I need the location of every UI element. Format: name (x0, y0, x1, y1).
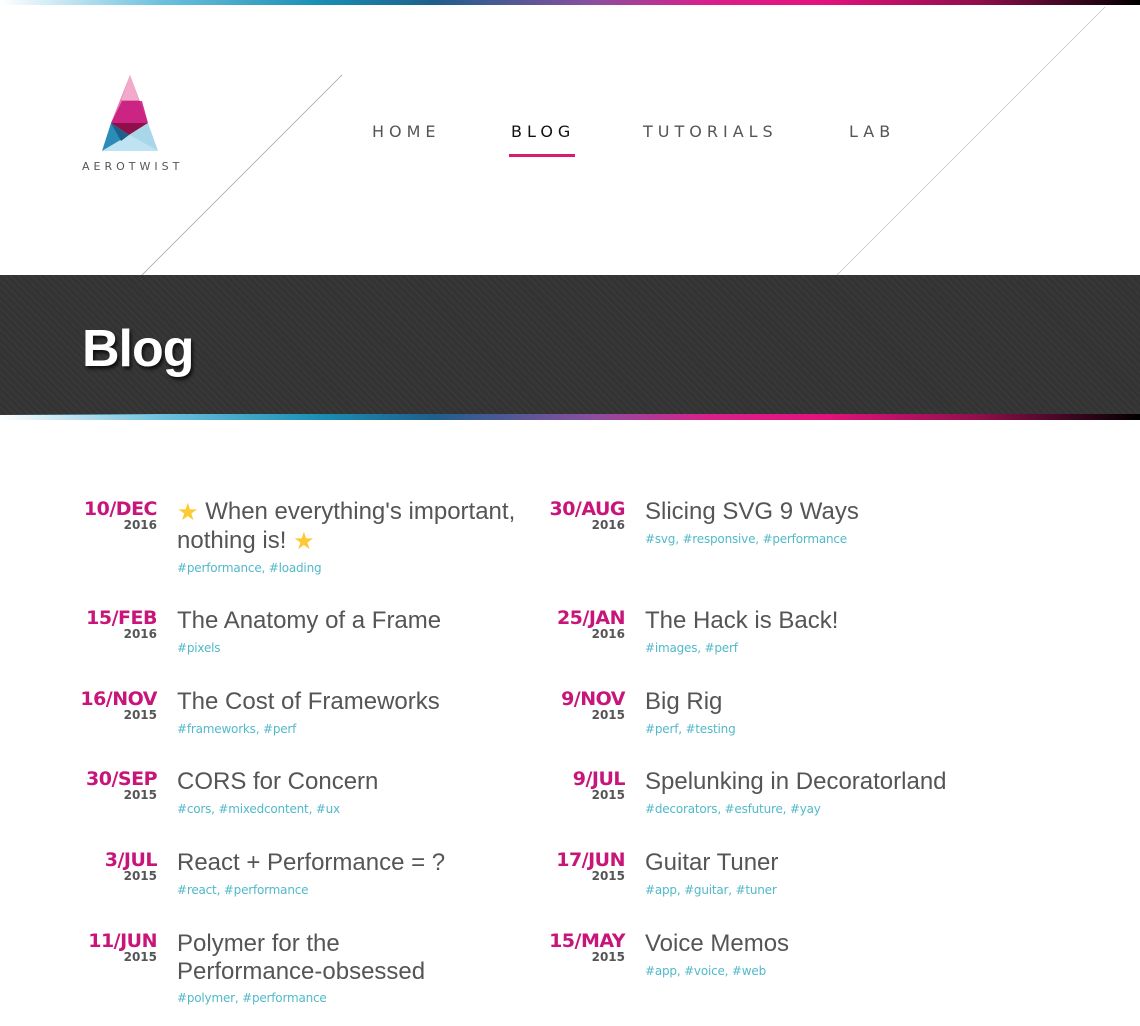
post-date: 10/DEC 2016 (77, 498, 158, 532)
post-date-year: 2016 (591, 518, 625, 532)
post-date: 11/JUN 2015 (77, 931, 157, 964)
post-date: 25/JAN 2016 (545, 607, 626, 641)
nav-lab[interactable]: LAB (849, 122, 895, 141)
post-title-link[interactable]: The Anatomy of a Frame (177, 607, 537, 635)
post-date-day: 11/JUN (88, 930, 157, 952)
post-body: The Anatomy of a Frame #pixels (177, 607, 537, 656)
post-body: Spelunking in Decoratorland #decorators,… (645, 768, 1005, 817)
post-date-year: 2015 (591, 708, 625, 722)
site-header: AEROTWIST HOME BLOG TUTORIALS LAB (0, 5, 1140, 275)
nav-tutorials[interactable]: TUTORIALS (643, 122, 778, 141)
post-body: The Hack is Back! #images, #perf (645, 607, 1005, 656)
star-icon: ★ (177, 499, 199, 526)
post-date-year: 2016 (123, 627, 157, 641)
post-body: Guitar Tuner #app, #guitar, #tuner (645, 849, 1005, 898)
post-body: Polymer for the Performance-obsessed #po… (177, 930, 537, 1006)
post-title-link[interactable]: Guitar Tuner (645, 849, 1005, 877)
post-date: 17/JUN 2015 (545, 850, 625, 883)
post-title-link[interactable]: React + Performance = ? (177, 849, 537, 877)
star-icon: ★ (293, 527, 315, 555)
post-body: ★ When everything's important, nothing i… (177, 498, 537, 576)
nav-home[interactable]: HOME (372, 122, 441, 141)
post-tags[interactable]: #polymer, #performance (177, 991, 537, 1006)
logo-text: AEROTWIST (82, 160, 184, 173)
post-date: 15/FEB 2016 (77, 608, 157, 641)
post-tags[interactable]: #cors, #mixedcontent, #ux (177, 802, 537, 817)
post-date-day: 30/AUG (549, 498, 625, 520)
post-date-day: 30/SEP (86, 768, 157, 790)
post-date-day: 9/NOV (561, 688, 625, 710)
nav-active-underline (509, 154, 575, 157)
post-tags[interactable]: #app, #voice, #web (645, 964, 1005, 979)
post-date: 16/NOV 2015 (77, 689, 157, 722)
post-date: 15/MAY 2015 (545, 931, 625, 964)
post-title-link[interactable]: Voice Memos (645, 930, 1005, 958)
post-body: CORS for Concern #cors, #mixedcontent, #… (177, 768, 537, 817)
post-date-year: 2015 (123, 869, 157, 883)
post-tags[interactable]: #frameworks, #perf (177, 722, 537, 737)
post-date: 30/SEP 2015 (77, 769, 157, 802)
post-date-year: 2016 (591, 627, 625, 641)
post-tags[interactable]: #react, #performance (177, 883, 537, 898)
post-tags[interactable]: #images, #perf (645, 641, 1005, 656)
post-date-day: 10/DEC (83, 498, 158, 520)
post-body: Slicing SVG 9 Ways #svg, #responsive, #p… (645, 498, 1005, 547)
post-title-link[interactable]: Slicing SVG 9 Ways (645, 498, 1005, 526)
post-date-year: 2015 (123, 950, 157, 964)
post-tags[interactable]: #pixels (177, 641, 537, 656)
post-date-year: 2015 (591, 950, 625, 964)
post-date: 9/NOV 2015 (545, 689, 625, 722)
post-tags[interactable]: #performance, #loading (177, 561, 537, 576)
post-title-text: When everything's important, nothing is! (177, 498, 516, 554)
post-date: 30/AUG 2016 (545, 499, 625, 532)
page-title: Blog (82, 320, 195, 378)
post-tags[interactable]: #decorators, #esfuture, #yay (645, 802, 1005, 817)
diagonal-line-right (836, 6, 1106, 275)
post-title-link[interactable]: Spelunking in Decoratorland (645, 768, 1005, 796)
nav-blog[interactable]: BLOG (511, 122, 575, 141)
post-date-year: 2015 (591, 788, 625, 802)
post-date-year: 2015 (123, 708, 157, 722)
post-body: The Cost of Frameworks #frameworks, #per… (177, 688, 537, 737)
post-title-link[interactable]: The Cost of Frameworks (177, 688, 537, 716)
post-date-year: 2015 (123, 788, 157, 802)
post-title-link[interactable]: CORS for Concern (177, 768, 537, 796)
post-date-year: 2015 (591, 869, 625, 883)
post-date: 9/JUL 2015 (545, 768, 626, 802)
post-body: React + Performance = ? #react, #perform… (177, 849, 537, 898)
post-date-day: 25/JAN (556, 607, 626, 629)
post-date: 3/JUL 2015 (77, 849, 158, 883)
post-title-link[interactable]: Big Rig (645, 688, 1005, 716)
post-date-day: 9/JUL (572, 768, 626, 790)
post-tags[interactable]: #app, #guitar, #tuner (645, 883, 1005, 898)
post-date-year: 2016 (123, 518, 157, 532)
post-title-link[interactable]: ★ When everything's important, nothing i… (177, 498, 537, 555)
post-tags[interactable]: #perf, #testing (645, 722, 1005, 737)
post-date-day: 16/NOV (80, 688, 157, 710)
post-tags[interactable]: #svg, #responsive, #performance (645, 532, 1005, 547)
hero-gradient-stripe (0, 414, 1140, 420)
post-body: Voice Memos #app, #voice, #web (645, 930, 1005, 979)
post-date-day: 15/MAY (549, 930, 625, 952)
post-title-link[interactable]: Polymer for the Performance-obsessed (177, 930, 477, 985)
post-date-day: 3/JUL (104, 849, 158, 871)
post-date-day: 17/JUN (556, 849, 625, 871)
post-body: Big Rig #perf, #testing (645, 688, 1005, 737)
post-date-day: 15/FEB (86, 607, 157, 629)
page-hero: Blog (0, 275, 1140, 415)
post-title-link[interactable]: The Hack is Back! (645, 607, 1005, 635)
